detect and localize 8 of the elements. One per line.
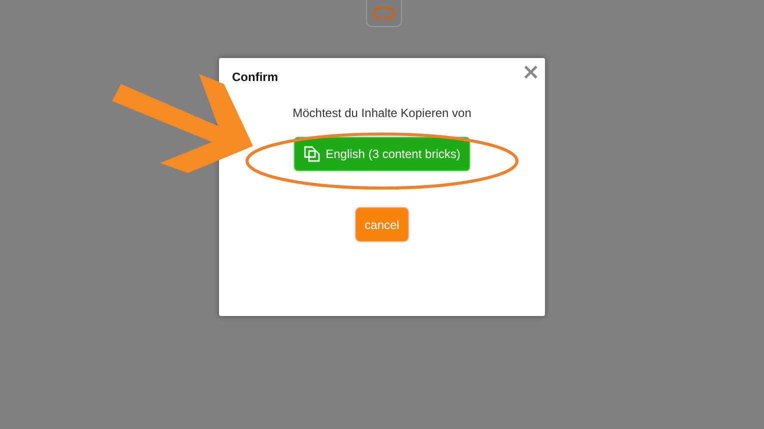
loop-icon [372, 6, 396, 20]
close-button[interactable]: × [522, 62, 540, 84]
copy-icon [304, 146, 320, 162]
message-text: Möchtest du Inhalte Kopieren von [292, 106, 472, 120]
logo-tile[interactable] [366, 0, 402, 27]
dialog-title: Confirm [232, 70, 278, 84]
cancel-button[interactable]: cancel [354, 207, 410, 242]
copy-language-button[interactable]: English (3 content bricks) [294, 137, 470, 171]
